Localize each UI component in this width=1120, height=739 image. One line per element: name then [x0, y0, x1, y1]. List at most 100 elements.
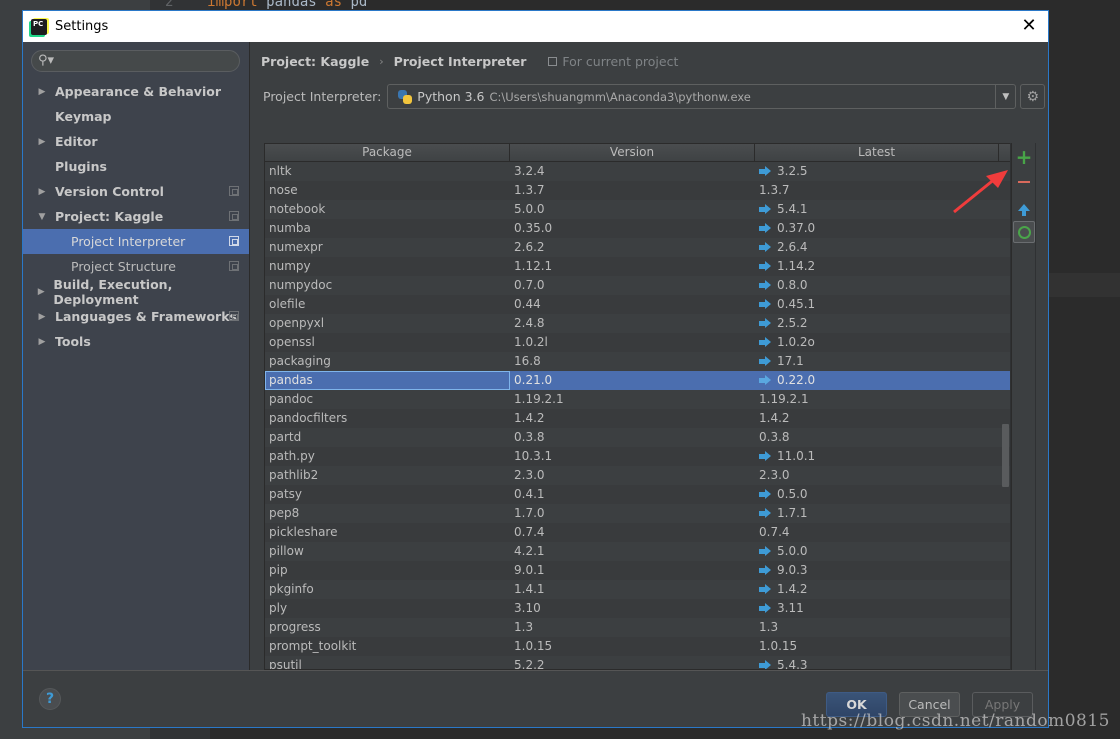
package-version: 1.7.0 [514, 506, 545, 520]
table-row[interactable]: pandocfilters 1.4.2 1.4.2 [265, 409, 1011, 428]
latest-version-label: 9.0.3 [777, 563, 808, 577]
package-name: pip [269, 563, 288, 577]
line-number: 2 [165, 0, 174, 10]
scope-note-label: For current project [562, 54, 679, 69]
chevron-right-icon[interactable]: ▶ [23, 187, 55, 197]
sidebar-item-label: Keymap [55, 109, 112, 124]
table-row[interactable]: notebook 5.0.0 5.4.1 [265, 200, 1011, 219]
interpreter-path: C:\Users\shuangmm\Anaconda3\pythonw.exe [489, 89, 751, 104]
package-version: 1.0.15 [514, 639, 553, 653]
package-latest: 2.6.4 [755, 238, 999, 257]
table-row[interactable]: numexpr 2.6.2 2.6.4 [265, 238, 1011, 257]
show-early-releases-toggle[interactable] [1013, 221, 1035, 243]
table-row[interactable]: pep8 1.7.0 1.7.1 [265, 504, 1011, 523]
table-row[interactable]: olefile 0.44 0.45.1 [265, 295, 1011, 314]
latest-version-label: 11.0.1 [777, 449, 816, 463]
uninstall-package-button[interactable] [1013, 171, 1035, 193]
package-name: path.py [269, 449, 315, 463]
table-row[interactable]: openssl 1.0.2l 1.0.2o [265, 333, 1011, 352]
table-row[interactable]: nltk 3.2.4 3.2.5 [265, 162, 1011, 181]
package-version: 1.19.2.1 [514, 392, 564, 406]
table-row[interactable]: pip 9.0.1 9.0.3 [265, 561, 1011, 580]
column-header-package[interactable]: Package [265, 144, 510, 161]
package-latest: 0.8.0 [755, 276, 999, 295]
latest-version-label: 0.5.0 [777, 487, 808, 501]
column-header-latest[interactable]: Latest [755, 144, 999, 161]
chevron-right-icon[interactable]: ▶ [23, 287, 53, 297]
chevron-right-icon[interactable]: ▶ [23, 87, 55, 97]
package-latest: 1.14.2 [755, 257, 999, 276]
package-name: pkginfo [269, 582, 314, 596]
package-latest: 1.4.2 [755, 580, 999, 599]
install-package-button[interactable]: + [1013, 145, 1035, 169]
code-module: pandas [257, 0, 326, 10]
latest-version-label: 1.4.2 [777, 582, 808, 596]
package-name: notebook [269, 202, 326, 216]
table-row[interactable]: numba 0.35.0 0.37.0 [265, 219, 1011, 238]
table-row[interactable]: nose 1.3.7 1.3.7 [265, 181, 1011, 200]
package-latest: 1.7.1 [755, 504, 999, 523]
interpreter-settings-button[interactable]: ⚙ [1020, 84, 1046, 109]
sidebar-item-build-execution-deployment[interactable]: ▶ Build, Execution, Deployment [23, 277, 249, 307]
sidebar-item-editor[interactable]: ▶ Editor [23, 129, 249, 154]
search-icon: ⚲▾ [38, 53, 55, 68]
table-row[interactable]: patsy 0.4.1 0.5.0 [265, 485, 1011, 504]
sidebar-item-label: Editor [55, 134, 98, 149]
latest-version-label: 1.3.7 [759, 183, 790, 197]
table-row[interactable]: pandoc 1.19.2.1 1.19.2.1 [265, 390, 1011, 409]
sidebar-item-tools[interactable]: ▶ Tools [23, 329, 249, 354]
table-row[interactable]: psutil 5.2.2 5.4.3 [265, 656, 1011, 669]
chevron-right-icon[interactable]: ▶ [23, 137, 55, 147]
chevron-right-icon[interactable]: ▶ [23, 312, 55, 322]
package-version: 2.4.8 [514, 316, 545, 330]
chevron-right-icon[interactable]: ▶ [23, 337, 55, 347]
upgrade-available-icon [759, 584, 771, 594]
project-scope-icon [229, 311, 239, 321]
sidebar-item-plugins[interactable]: Plugins [23, 154, 249, 179]
table-row[interactable]: pkginfo 1.4.1 1.4.2 [265, 580, 1011, 599]
table-row[interactable]: ply 3.10 3.11 [265, 599, 1011, 618]
package-name: pickleshare [269, 525, 338, 539]
table-row[interactable]: openpyxl 2.4.8 2.5.2 [265, 314, 1011, 333]
table-row[interactable]: prompt_toolkit 1.0.15 1.0.15 [265, 637, 1011, 656]
column-header-version[interactable]: Version [510, 144, 755, 161]
package-version: 1.12.1 [514, 259, 553, 273]
sidebar-item-appearance-behavior[interactable]: ▶ Appearance & Behavior [23, 79, 249, 104]
table-row[interactable]: pickleshare 0.7.4 0.7.4 [265, 523, 1011, 542]
latest-version-label: 2.5.2 [777, 316, 808, 330]
table-row[interactable]: pandas 0.21.0 0.22.0 [265, 371, 1011, 390]
latest-version-label: 3.2.5 [777, 164, 808, 178]
help-button[interactable]: ? [39, 688, 61, 710]
package-latest: 0.5.0 [755, 485, 999, 504]
table-row[interactable]: numpy 1.12.1 1.14.2 [265, 257, 1011, 276]
code-keyword: import [207, 0, 258, 10]
close-icon[interactable]: ✕ [1018, 15, 1040, 37]
sidebar-item-project-structure[interactable]: Project Structure [23, 254, 249, 279]
table-row[interactable]: numpydoc 0.7.0 0.8.0 [265, 276, 1011, 295]
table-row[interactable]: pillow 4.2.1 5.0.0 [265, 542, 1011, 561]
settings-search-input[interactable]: ⚲▾ [31, 50, 240, 72]
package-latest: 0.45.1 [755, 295, 999, 314]
scope-note: For current project [548, 54, 678, 69]
sidebar-item-keymap[interactable]: Keymap [23, 104, 249, 129]
packages-table: Package Version Latest nltk 3.2.4 3.2.5 nos… [264, 143, 1012, 670]
interpreter-select[interactable]: Python 3.6 C:\Users\shuangmm\Anaconda3\p… [387, 84, 1017, 109]
table-row[interactable]: partd 0.3.8 0.3.8 [265, 428, 1011, 447]
package-latest: 0.7.4 [755, 523, 999, 542]
upgrade-package-button[interactable] [1013, 196, 1035, 218]
sidebar-item-project-interpreter[interactable]: Project Interpreter [23, 229, 249, 254]
table-row[interactable]: progress 1.3 1.3 [265, 618, 1011, 637]
table-row[interactable]: path.py 10.3.1 11.0.1 [265, 447, 1011, 466]
table-row[interactable]: pathlib2 2.3.0 2.3.0 [265, 466, 1011, 485]
sidebar-item-label: Project Structure [71, 259, 176, 274]
sidebar-item-languages-frameworks[interactable]: ▶ Languages & Frameworks [23, 304, 249, 329]
sidebar-item-project-kaggle[interactable]: ▼ Project: Kaggle [23, 204, 249, 229]
latest-version-label: 0.3.8 [759, 430, 790, 444]
annotation-arrow-shaft [953, 176, 997, 214]
chevron-down-icon[interactable]: ▼ [23, 212, 55, 222]
sidebar-item-version-control[interactable]: ▶ Version Control [23, 179, 249, 204]
scrollbar-thumb[interactable] [1002, 424, 1009, 487]
table-row[interactable]: packaging 16.8 17.1 [265, 352, 1011, 371]
chevron-down-icon[interactable]: ▼ [995, 85, 1015, 108]
project-scope-icon [229, 186, 239, 196]
